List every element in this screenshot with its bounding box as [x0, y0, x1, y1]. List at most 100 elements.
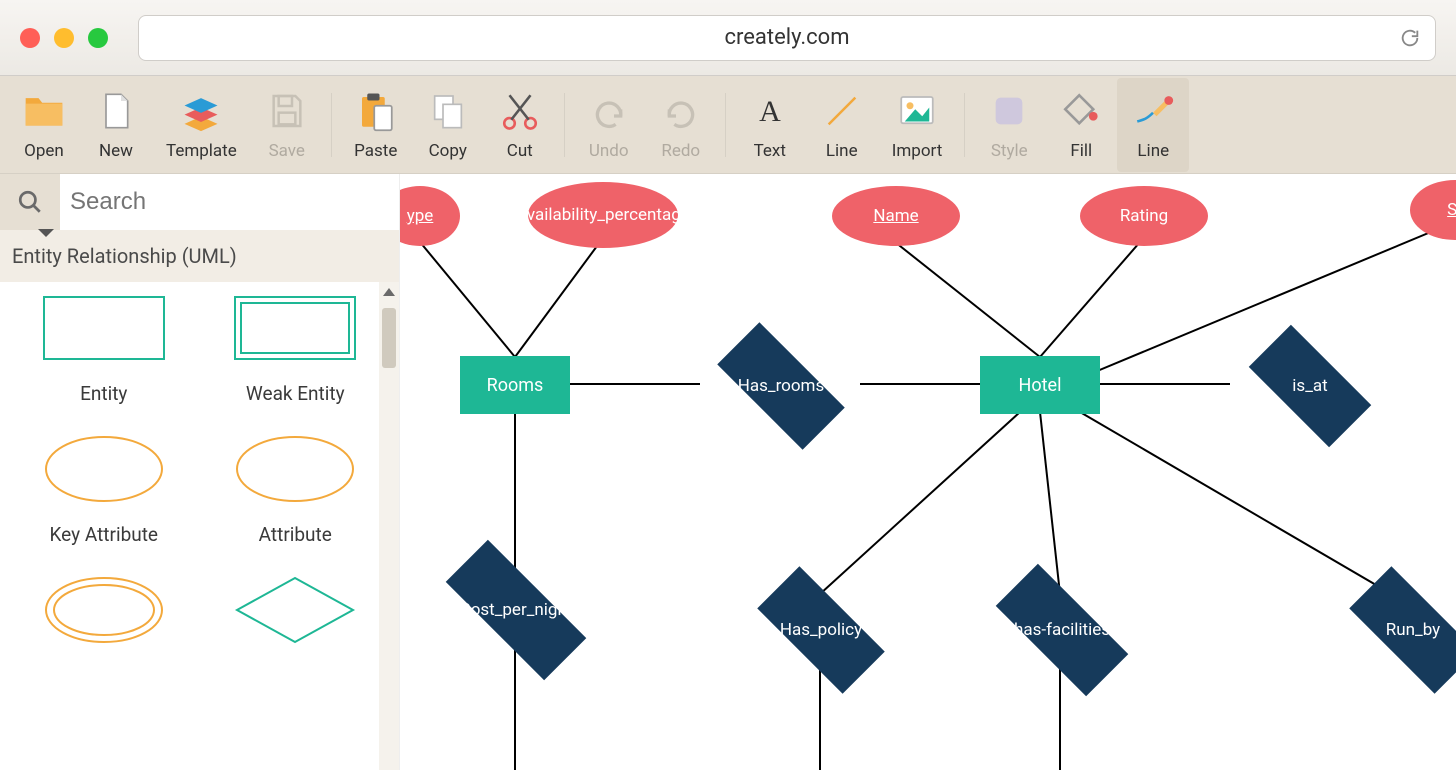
attribute-type[interactable]: ype [400, 186, 460, 246]
diagram-canvas[interactable]: ype Availability_percentage Name Rating … [400, 174, 1456, 770]
paste-button[interactable]: Paste [340, 78, 412, 172]
cut-icon [498, 89, 542, 133]
style-label: Style [991, 141, 1028, 161]
attribute-label: St [1447, 200, 1456, 220]
copy-button[interactable]: Copy [412, 78, 484, 172]
relationship-cost-per-night[interactable]: Cost_per_night [418, 568, 614, 652]
sidebar: Entity Relationship (UML) Entity [0, 174, 400, 770]
relationship-label: Cost_per_night [460, 600, 573, 620]
attribute-name[interactable]: Name [832, 186, 960, 246]
template-button[interactable]: Template [152, 78, 251, 172]
relationship-label: is_at [1292, 376, 1327, 396]
shape-derived-attribute[interactable] [16, 574, 192, 646]
line-label: Line [826, 141, 858, 161]
shape-relationship[interactable] [208, 574, 384, 646]
window-controls [20, 28, 108, 48]
undo-label: Undo [589, 141, 629, 161]
save-label: Save [269, 141, 305, 161]
line-style-label: Line [1137, 141, 1169, 161]
url-text: creately.com [724, 25, 849, 50]
browser-chrome: creately.com [0, 0, 1456, 76]
text-tool-button[interactable]: A Text [734, 78, 806, 172]
line-tool-button[interactable]: Line [806, 78, 878, 172]
text-label: Text [754, 141, 786, 161]
cut-button[interactable]: Cut [484, 78, 556, 172]
scrollbar[interactable] [379, 282, 399, 770]
cut-label: Cut [507, 141, 533, 161]
scrollbar-thumb[interactable] [382, 308, 396, 368]
scroll-up-icon[interactable] [383, 288, 395, 296]
toolbar-separator [725, 93, 726, 157]
key-attribute-shape-icon [39, 433, 169, 505]
reload-icon[interactable] [1399, 27, 1421, 49]
attribute-label: ype [407, 206, 434, 226]
template-label: Template [166, 141, 237, 161]
shape-category-header[interactable]: Entity Relationship (UML) [0, 230, 399, 282]
style-button[interactable]: Style [973, 78, 1045, 172]
template-icon [179, 89, 223, 133]
fill-label: Fill [1070, 141, 1092, 161]
undo-button[interactable]: Undo [573, 78, 645, 172]
redo-icon [659, 89, 703, 133]
shape-key-attribute[interactable]: Key Attribute [16, 433, 192, 546]
entity-label: Rooms [487, 375, 544, 396]
import-icon [895, 89, 939, 133]
relationship-label: has-facilities [1014, 620, 1110, 640]
copy-icon [426, 89, 470, 133]
redo-label: Redo [661, 141, 700, 161]
workspace: Entity Relationship (UML) Entity [0, 174, 1456, 770]
url-bar[interactable]: creately.com [138, 15, 1436, 61]
attribute-label: Name [873, 206, 918, 226]
save-icon [265, 89, 309, 133]
shape-label: Attribute [259, 523, 332, 546]
relationship-run-by[interactable]: Run_by [1328, 588, 1456, 672]
entity-hotel[interactable]: Hotel [980, 356, 1100, 414]
save-button[interactable]: Save [251, 78, 323, 172]
minimize-window-button[interactable] [54, 28, 74, 48]
open-button[interactable]: Open [8, 78, 80, 172]
relationship-label: Run_by [1386, 620, 1440, 640]
shape-weak-entity[interactable]: Weak Entity [208, 292, 384, 405]
open-label: Open [24, 141, 64, 161]
shape-label: Entity [80, 382, 127, 405]
line-icon [820, 89, 864, 133]
close-window-button[interactable] [20, 28, 40, 48]
relationship-has-policy[interactable]: Has_policy [736, 588, 906, 672]
maximize-window-button[interactable] [88, 28, 108, 48]
relationship-has-facilities[interactable]: has-facilities [972, 588, 1152, 672]
derived-attribute-shape-icon [39, 574, 169, 646]
shape-attribute[interactable]: Attribute [208, 433, 384, 546]
attribute-shape-icon [230, 433, 360, 505]
new-button[interactable]: New [80, 78, 152, 172]
fill-button[interactable]: Fill [1045, 78, 1117, 172]
attribute-label: Rating [1120, 206, 1168, 226]
entity-label: Hotel [1019, 375, 1062, 396]
search-icon[interactable] [0, 174, 60, 230]
relationship-is-at[interactable]: is_at [1230, 344, 1390, 428]
shape-entity[interactable]: Entity [16, 292, 192, 405]
toolbar: Open New Template Save [0, 76, 1456, 174]
text-icon: A [748, 89, 792, 133]
folder-icon [22, 89, 66, 133]
search-row [0, 174, 399, 230]
search-input[interactable] [60, 174, 399, 230]
pencil-icon [1131, 89, 1175, 133]
shape-label: Weak Entity [246, 382, 345, 405]
entity-rooms[interactable]: Rooms [460, 356, 570, 414]
attribute-rating[interactable]: Rating [1080, 186, 1208, 246]
toolbar-separator [331, 93, 332, 157]
relationship-has-rooms[interactable]: Has_rooms [696, 344, 866, 428]
toolbar-separator [564, 93, 565, 157]
attribute-availability[interactable]: Availability_percentage [528, 182, 678, 248]
relationship-label: Has_policy [780, 620, 862, 640]
paste-icon [354, 89, 398, 133]
paste-label: Paste [354, 141, 397, 161]
redo-button[interactable]: Redo [645, 78, 717, 172]
attribute-st[interactable]: St [1410, 180, 1456, 240]
line-style-button[interactable]: Line [1117, 78, 1189, 172]
shape-panel: Entity Weak Entity Key Attribut [0, 282, 399, 770]
new-file-icon [94, 89, 138, 133]
import-button[interactable]: Import [878, 78, 957, 172]
new-label: New [99, 141, 133, 161]
svg-text:A: A [759, 95, 781, 128]
